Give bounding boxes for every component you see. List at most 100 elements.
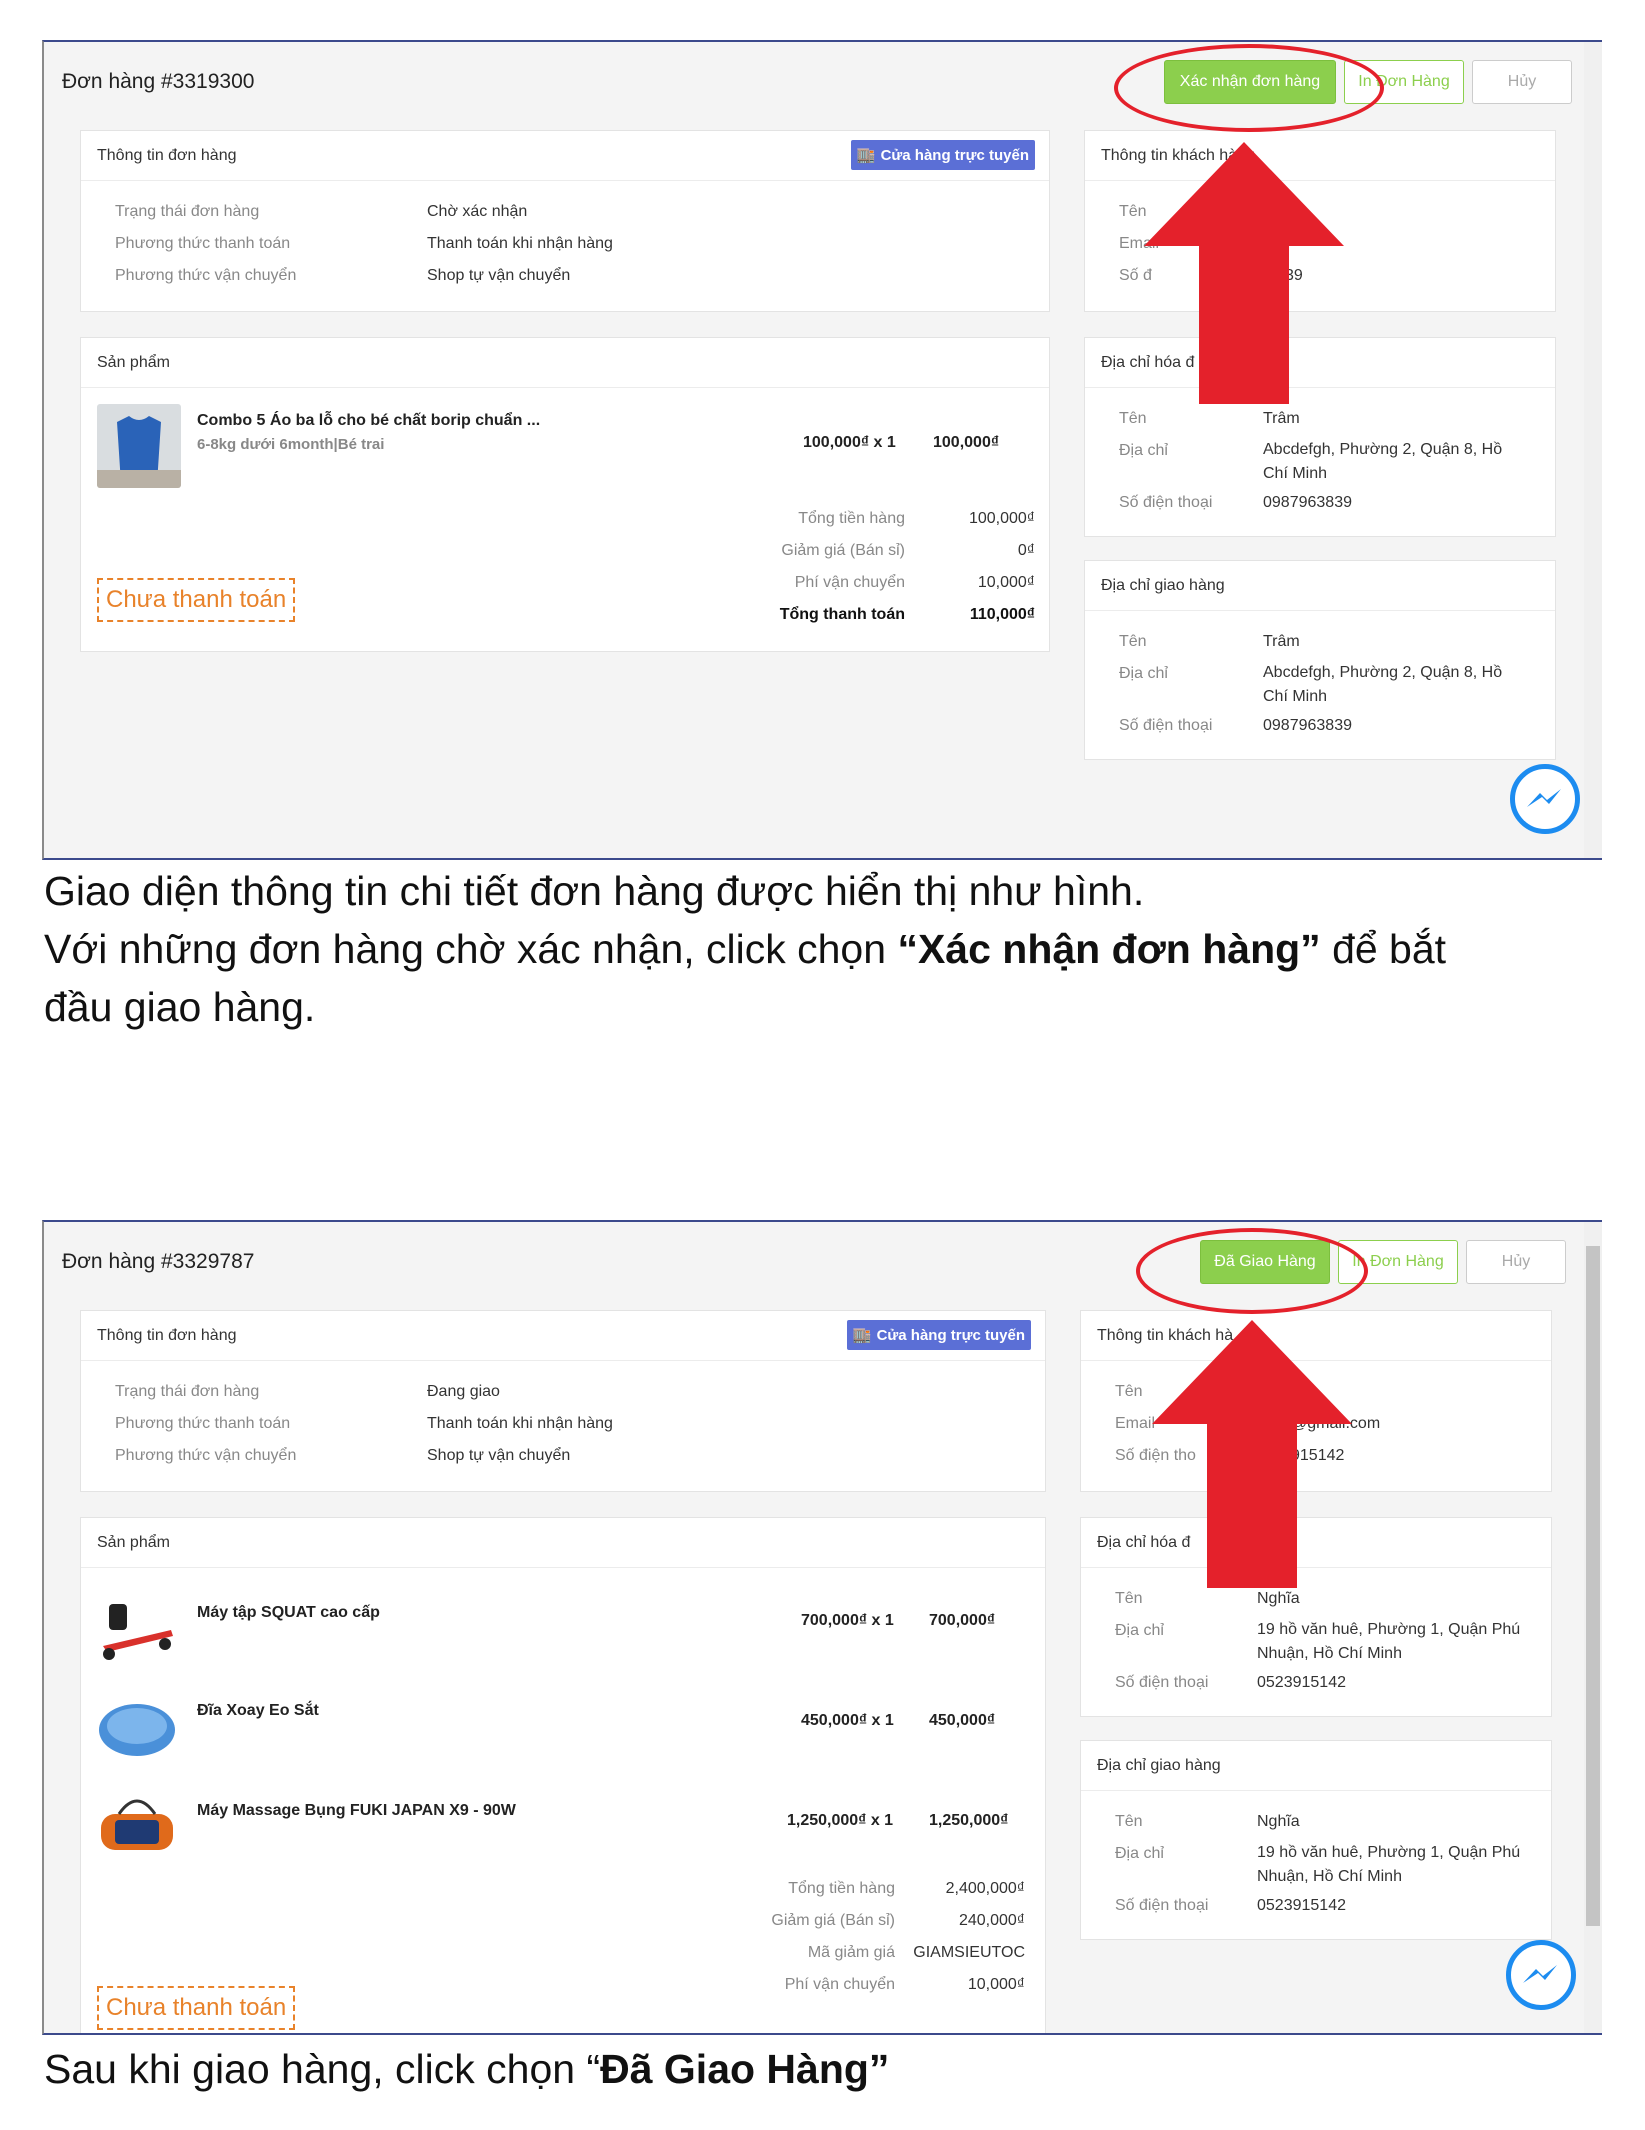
product-line-total: 100,000₫ [933,434,1000,451]
store-badge: 🏬 Cửa hàng trực tuyến [850,140,1035,170]
messenger-icon[interactable] [1510,764,1580,834]
product-price-qty: 100,000₫ x 1 [803,434,896,451]
caption-bold: “Xác nhận đơn hàng” [897,926,1321,972]
store-badge-label: Cửa hàng trực tuyến [876,1326,1025,1344]
payment-method-key: Phương thức thanh toán [115,235,291,252]
customer-name-key: Tên [1115,1383,1143,1400]
shipping-address-value: Abcdefgh, Phường 2, Quận 8, Hồ Chí Minh [1263,664,1503,705]
scrollbar-thumb[interactable] [1586,1246,1600,1926]
subtotal-value: 2,400,000₫ [945,1880,1025,1897]
order-info-panel: Thông tin đơn hàng 🏬 Cửa hàng trực tuyến… [80,1310,1046,1492]
panel-heading: Sản phẩm [81,1518,1045,1568]
product-thumbnail [95,1784,179,1868]
status-key: Trạng thái đơn hàng [115,203,260,220]
store-icon: 🏬 [852,1327,872,1344]
status-value: Đang giao [427,1383,500,1400]
discount-value: 0₫ [1017,542,1035,559]
caption-bold: Đã Giao Hàng” [600,2046,890,2092]
billing-name-value: Trâm [1263,410,1300,427]
shipping-fee-value: 10,000₫ [967,1976,1025,1993]
shipping-address-panel: Địa chỉ giao hàng Tên Trâm Địa chỉ Abcde… [1084,560,1556,760]
messenger-icon[interactable] [1506,1940,1576,2010]
billing-name-key: Tên [1119,410,1147,427]
shipping-name-key: Tên [1119,633,1147,650]
shipping-method-value: Shop tự vận chuyển [427,267,571,284]
shipping-address-key: Địa chỉ [1115,1845,1164,1862]
subtotal-key: Tổng tiền hàng [788,1880,895,1897]
product-line-total: 700,000₫ [929,1612,996,1629]
billing-phone-key: Số điện thoại [1119,494,1213,511]
shipping-address-panel: Địa chỉ giao hàng Tên Nghĩa Địa chỉ 19 h… [1080,1740,1552,1940]
shipping-address-value: 19 hồ văn huê, Phường 1, Quận Phú Nhuận,… [1257,1844,1521,1885]
product-line-total: 1,250,000₫ [929,1812,1009,1829]
product-variant: 6-8kg dưới 6month|Bé trai [197,436,385,453]
highlight-oval [1114,44,1384,132]
highlight-oval [1136,1228,1368,1314]
vertical-scrollbar[interactable] [1584,1222,1602,2033]
store-badge: 🏬 Cửa hàng trực tuyến [846,1320,1031,1350]
shipping-phone-key: Số điện thoại [1115,1897,1209,1914]
product-thumbnail [97,404,181,488]
products-panel: Sản phẩm Máy tập SQUAT cao cấp 700,000₫ … [80,1517,1046,2033]
shipping-fee-key: Phí vận chuyển [784,1976,895,1993]
shipping-name-key: Tên [1115,1813,1143,1830]
billing-name-value: Nghĩa [1257,1590,1300,1607]
coupon-value: GIAMSIEUTOC [913,1944,1025,1961]
shipping-fee-key: Phí vận chuyển [794,574,905,591]
product-name: Combo 5 Áo ba lỗ cho bé chất borip chuẩn… [197,412,541,429]
product-line-total: 450,000₫ [929,1712,996,1729]
billing-address-value: 19 hồ văn huê, Phường 1, Quận Phú Nhuận,… [1257,1621,1521,1662]
billing-phone-value: 0987963839 [1263,494,1352,511]
order-title: Đơn hàng #3329787 [62,1250,255,1273]
subtotal-key: Tổng tiền hàng [798,510,905,527]
panel-heading: Sản phẩm [81,338,1049,388]
caption-line-3: đầu giao hàng. [44,984,316,1030]
cancel-order-button[interactable]: Hủy [1472,60,1572,104]
product-name: Đĩa Xoay Eo Sắt [197,1702,319,1719]
shipping-phone-value: 0523915142 [1257,1897,1346,1914]
discount-key: Giảm giá (Bán sỉ) [771,1912,895,1929]
shipping-name-value: Nghĩa [1257,1813,1300,1830]
caption-text: để bắt [1320,926,1447,972]
shipping-method-key: Phương thức vận chuyển [115,1447,297,1464]
payment-method-value: Thanh toán khi nhận hàng [427,1415,613,1432]
vertical-scrollbar[interactable] [1584,42,1602,858]
product-name: Máy Massage Bụng FUKI JAPAN X9 - 90W [197,1802,516,1819]
product-thumbnail [95,1686,179,1770]
cancel-order-button[interactable]: Hủy [1466,1240,1566,1284]
red-arrow-icon [1152,1320,1352,1588]
customer-name-key: Tên [1119,203,1147,220]
caption-line-4: Sau khi giao hàng, click chọn “Đã Giao H… [44,2040,889,2098]
coupon-key: Mã giảm giá [807,1944,895,1961]
panel-heading: Địa chỉ giao hàng [1085,561,1555,611]
store-badge-label: Cửa hàng trực tuyến [880,146,1029,164]
shipping-method-key: Phương thức vận chuyển [115,267,297,284]
billing-phone-value: 0523915142 [1257,1674,1346,1691]
caption-line-2: Với những đơn hàng chờ xác nhận, click c… [44,920,1446,978]
caption-text: Với những đơn hàng chờ xác nhận, click c… [44,926,898,972]
products-panel: Sản phẩm Combo 5 Áo ba lỗ cho bé chất bo… [80,337,1050,652]
shipping-phone-value: 0987963839 [1263,717,1352,734]
subtotal-value: 100,000₫ [968,510,1035,527]
shipping-name-value: Trâm [1263,633,1300,650]
shipping-address-key: Địa chỉ [1119,665,1168,682]
billing-name-key: Tên [1115,1590,1143,1607]
red-arrow-icon [1144,142,1344,404]
unpaid-stamp: Chưa thanh toán [97,1986,296,2030]
order-info-panel: Thông tin đơn hàng 🏬 Cửa hàng trực tuyến… [80,130,1050,312]
order-screenshot-2: Đơn hàng #3329787 Đã Giao Hàng In Đơn Hà… [42,1220,1602,2035]
status-key: Trạng thái đơn hàng [115,1383,260,1400]
panel-heading: Địa chỉ giao hàng [1081,1741,1551,1791]
product-thumbnail [95,1588,179,1672]
shipping-fee-value: 10,000₫ [977,574,1035,591]
shipping-phone-key: Số điện thoại [1119,717,1213,734]
unpaid-stamp: Chưa thanh toán [97,578,296,622]
billing-phone-key: Số điện thoại [1115,1674,1209,1691]
payment-method-key: Phương thức thanh toán [115,1415,291,1432]
discount-key: Giảm giá (Bán sỉ) [781,542,905,559]
billing-address-key: Địa chỉ [1119,442,1168,459]
status-value: Chờ xác nhận [427,203,528,220]
shipping-method-value: Shop tự vận chuyển [427,1447,571,1464]
customer-email-key: Email [1115,1415,1156,1432]
grand-total-key: Tổng thanh toán [779,606,905,623]
